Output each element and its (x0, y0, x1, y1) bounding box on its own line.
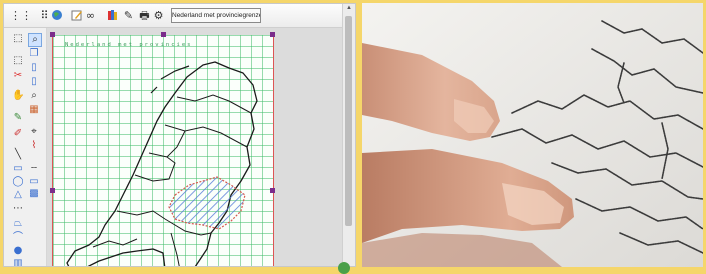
grid-icon[interactable]: ⋮⋮ (10, 9, 32, 22)
paint-icon[interactable]: ⌇ (28, 140, 40, 152)
finger-reading-tactile-map-image (362, 3, 703, 267)
hatch-icon[interactable]: ▥ (12, 258, 24, 266)
selection-handle-middle-right[interactable] (270, 188, 275, 193)
drawing-application-window: ⋮⋮ ⠿ ∞ ✎ 🖶 ⚙ Nederland met provinciegren… (3, 3, 356, 267)
polygon-icon[interactable]: ⏢ (12, 218, 24, 230)
zoom-icon[interactable]: ⌕ (28, 33, 42, 47)
lasso-icon[interactable]: ✂ (12, 70, 24, 82)
print-icon[interactable]: 🖶 (138, 9, 151, 22)
pattern-icon[interactable]: ▩ (28, 188, 40, 200)
rectangle-icon[interactable]: ▭ (12, 163, 24, 175)
document-icon[interactable]: ▯ (28, 76, 40, 88)
selection-handle-middle-left[interactable] (50, 188, 55, 193)
curve-icon[interactable]: ⌒ (12, 232, 24, 244)
select-icon[interactable]: ⬚ (12, 33, 24, 45)
document-title-field[interactable]: Nederland met provinciegrenzen (171, 8, 261, 23)
magnifier-icon[interactable]: ⌕ (28, 90, 40, 102)
selection-handle-top-center[interactable] (161, 32, 166, 37)
eraser-icon[interactable]: ✐ (12, 128, 24, 140)
top-toolbar: ⋮⋮ ⠿ ∞ ✎ 🖶 ⚙ Nederland met provinciegren… (4, 4, 355, 28)
edit-icon[interactable] (70, 9, 83, 22)
dashed-line-icon[interactable]: ┄ (28, 163, 40, 175)
tactile-map-photo (362, 3, 703, 267)
drawing-canvas-area[interactable]: Nederland met provincies (47, 28, 345, 266)
copy-icon[interactable]: ❐ (28, 48, 40, 60)
scroll-up-arrow-icon[interactable]: ▲ (343, 4, 355, 12)
scroll-thumb[interactable] (345, 16, 352, 226)
ellipse-icon[interactable]: ◯ (12, 176, 24, 188)
dot-line-icon[interactable]: ⋯ (12, 203, 24, 215)
pen-icon[interactable]: ✎ (12, 112, 24, 124)
brush-icon[interactable]: ⌖ (28, 126, 40, 138)
drawing-tools-toolbar: ⬚ ⌕ ⬚ ❐ ▯ ✂ ▯ ✋ ⌕ ▦ ✎ ✐ ⌖ ⌇ ╲ ▭ ┄ ◯ ▭ △ … (4, 28, 47, 266)
books-icon[interactable] (107, 9, 120, 22)
page-icon[interactable]: ▯ (28, 62, 40, 74)
netherlands-map-drawing[interactable] (53, 35, 273, 267)
point-icon[interactable]: ● (12, 245, 24, 257)
triangle-icon[interactable]: △ (12, 189, 24, 201)
line-icon[interactable]: ╲ (12, 149, 24, 161)
drawing-page[interactable]: Nederland met provincies (50, 32, 275, 267)
globe-icon[interactable] (50, 9, 63, 22)
gear-icon[interactable]: ⚙ (152, 9, 165, 22)
hand-icon[interactable]: ✋ (12, 90, 24, 102)
text-icon[interactable]: ▭ (28, 176, 40, 188)
vertical-scrollbar[interactable]: ▲ (342, 4, 355, 266)
selection-handle-top-right[interactable] (270, 32, 275, 37)
marquee-icon[interactable]: ⬚ (12, 55, 24, 67)
glasses-icon[interactable]: ∞ (84, 9, 97, 22)
ruler-icon[interactable]: ▦ (28, 104, 40, 116)
selection-handle-top-left[interactable] (50, 32, 55, 37)
status-indicator (338, 262, 350, 274)
compass-icon[interactable]: ✎ (122, 9, 135, 22)
